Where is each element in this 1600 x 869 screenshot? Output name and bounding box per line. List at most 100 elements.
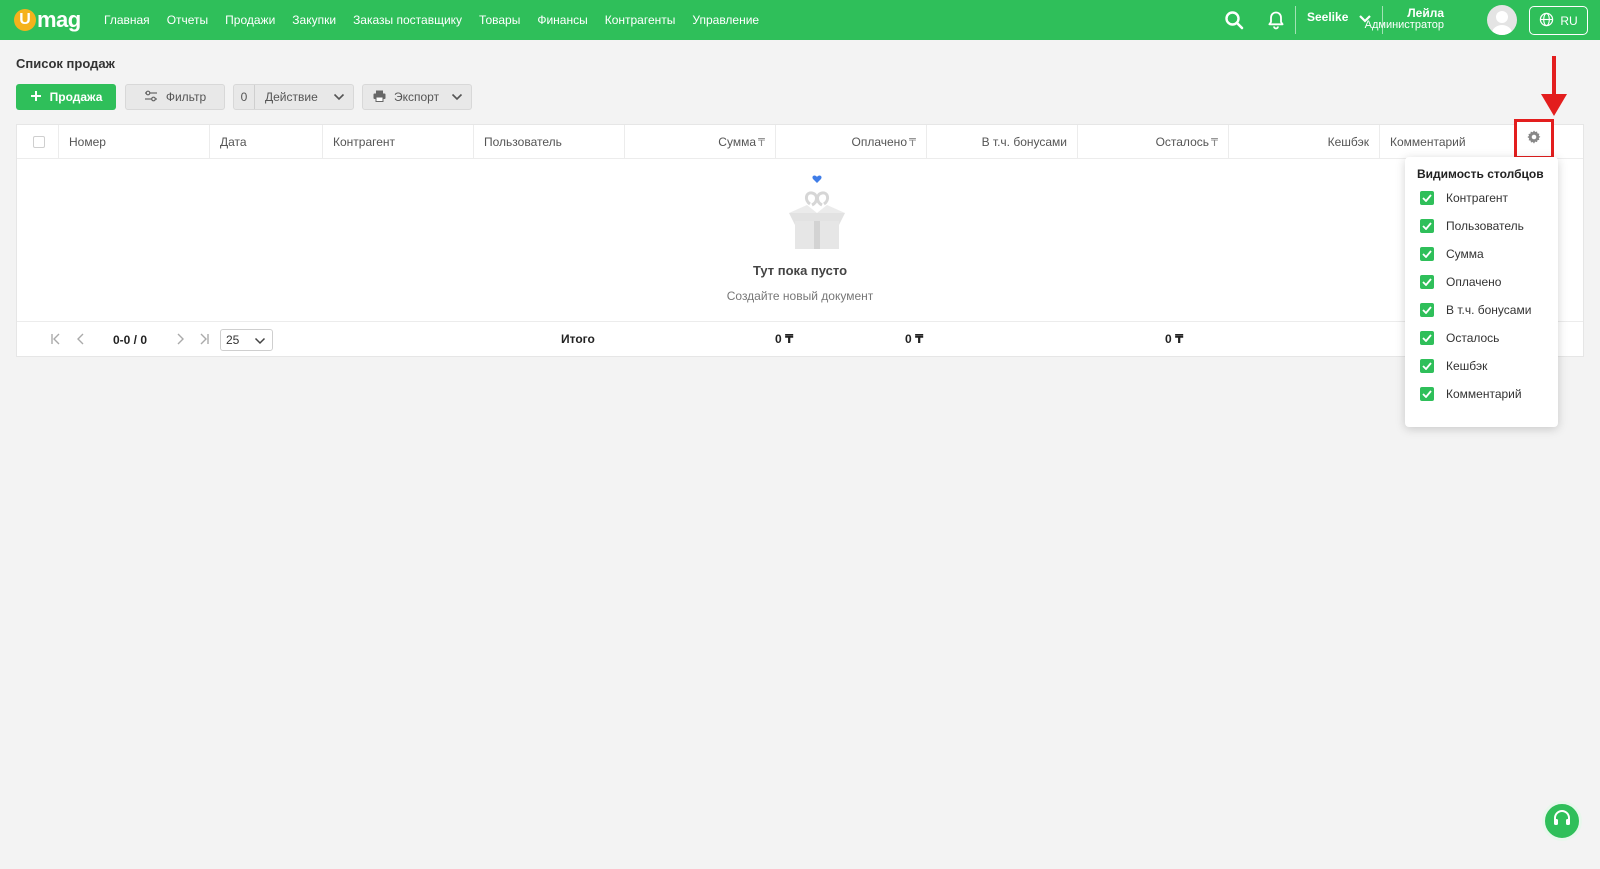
- selected-count: 0: [234, 85, 255, 109]
- column-header-paid[interactable]: Оплачено ₸: [776, 125, 927, 159]
- chevron-down-icon: [254, 335, 266, 350]
- nav-item-reports[interactable]: Отчеты: [167, 13, 208, 27]
- plus-icon: [30, 90, 42, 105]
- column-header-bonuses[interactable]: В т.ч. бонусами: [927, 125, 1078, 159]
- checkbox-checked-icon: [1420, 359, 1434, 373]
- action-label: Действие: [265, 90, 318, 104]
- logo[interactable]: U mag: [14, 7, 81, 33]
- toggle-label: Сумма: [1446, 247, 1484, 261]
- nav-item-counterparties[interactable]: Контрагенты: [605, 13, 676, 27]
- column-header-remaining-label: Осталось: [1155, 135, 1209, 149]
- column-visibility-popover: Видимость столбцов Контрагент Пользовате…: [1405, 157, 1558, 427]
- column-header-number[interactable]: Номер: [59, 125, 210, 159]
- nav-item-home[interactable]: Главная: [104, 13, 150, 27]
- top-navbar: U mag Главная Отчеты Продажи Закупки Зак…: [0, 0, 1600, 40]
- currency-symbol: ₸: [909, 136, 916, 149]
- toggle-label: В т.ч. бонусами: [1446, 303, 1532, 317]
- gear-icon: [1527, 129, 1541, 149]
- export-dropdown[interactable]: Экспорт: [362, 84, 472, 110]
- toggle-label: Контрагент: [1446, 191, 1509, 205]
- currency-symbol: ₸: [758, 136, 765, 149]
- checkbox-checked-icon: [1420, 219, 1434, 233]
- pagination-info: 0-0 / 0: [113, 333, 148, 347]
- nav-item-management[interactable]: Управление: [692, 13, 759, 27]
- column-header-remaining[interactable]: Осталось ₸: [1078, 125, 1229, 159]
- popover-title: Видимость столбцов: [1417, 167, 1544, 181]
- nav-item-supplier-orders[interactable]: Заказы поставщику: [353, 13, 462, 27]
- language-code: RU: [1560, 13, 1578, 28]
- nav-item-finance[interactable]: Финансы: [537, 13, 587, 27]
- nav-item-sales[interactable]: Продажи: [225, 13, 275, 27]
- logo-text: mag: [37, 7, 81, 32]
- toggle-column-remaining[interactable]: Осталось: [1420, 330, 1499, 346]
- avatar[interactable]: [1487, 5, 1517, 35]
- page-title: Список продаж: [16, 56, 115, 71]
- toggle-label: Осталось: [1446, 331, 1500, 345]
- table-footer: 0-0 / 0 25 Итого 0 ₸ 0 ₸ 0 ₸: [17, 321, 1583, 357]
- search-icon[interactable]: [1224, 10, 1244, 30]
- toggle-label: Комментарий: [1446, 387, 1522, 401]
- total-label: Итого: [561, 332, 595, 346]
- column-header-date[interactable]: Дата: [210, 125, 323, 159]
- language-selector[interactable]: RU: [1529, 6, 1588, 35]
- header-divider: [1295, 6, 1296, 34]
- checkbox-checked-icon: [1420, 275, 1434, 289]
- select-all-cell: [17, 125, 59, 159]
- prev-page-icon[interactable]: [75, 332, 87, 348]
- page-size-value: 25: [226, 333, 240, 347]
- user-name: Лейла: [1407, 6, 1444, 20]
- currency-symbol: ₸: [1211, 136, 1218, 149]
- filter-button[interactable]: Фильтр: [125, 84, 225, 110]
- empty-title: Тут пока пусто: [752, 263, 848, 278]
- total-sum: 0 ₸: [775, 332, 794, 346]
- column-header-cashback[interactable]: Кешбэк: [1229, 125, 1380, 159]
- column-header-comment[interactable]: Комментарий: [1380, 125, 1531, 159]
- sales-table: Номер Дата Контрагент Пользователь Сумма…: [16, 124, 1584, 357]
- store-selector[interactable]: Seelike: [1307, 7, 1372, 27]
- empty-subtitle: Создайте новый документ: [726, 289, 874, 303]
- support-chat-button[interactable]: [1542, 801, 1582, 841]
- add-sale-label: Продажа: [49, 90, 103, 104]
- toggle-column-comment[interactable]: Комментарий: [1420, 386, 1522, 402]
- first-page-icon[interactable]: [50, 332, 62, 348]
- column-header-user[interactable]: Пользователь: [474, 125, 625, 159]
- chevron-down-icon: [451, 91, 463, 106]
- toggle-column-sum[interactable]: Сумма: [1420, 246, 1484, 262]
- store-name: Seelike: [1307, 10, 1349, 24]
- user-role: Администратор: [1364, 19, 1444, 31]
- checkbox-checked-icon: [1420, 387, 1434, 401]
- add-sale-button[interactable]: Продажа: [16, 84, 116, 110]
- nav-item-products[interactable]: Товары: [479, 13, 520, 27]
- filter-label: Фильтр: [165, 90, 207, 104]
- logo-mark: U: [14, 9, 36, 31]
- column-header-sum[interactable]: Сумма ₸: [625, 125, 776, 159]
- annotation-arrow-icon: [1539, 56, 1569, 123]
- chevron-down-icon: [333, 91, 345, 106]
- total-paid: 0 ₸: [905, 332, 924, 346]
- checkbox-checked-icon: [1420, 331, 1434, 345]
- toggle-column-counterparty[interactable]: Контрагент: [1420, 190, 1508, 206]
- bell-icon[interactable]: [1266, 10, 1286, 30]
- sliders-icon: [144, 90, 158, 105]
- main-nav: Главная Отчеты Продажи Закупки Заказы по…: [104, 0, 776, 40]
- printer-icon: [373, 90, 386, 105]
- column-settings-button[interactable]: [1514, 119, 1554, 159]
- toggle-column-paid[interactable]: Оплачено: [1420, 274, 1501, 290]
- checkbox-checked-icon: [1420, 247, 1434, 261]
- last-page-icon[interactable]: [198, 332, 210, 348]
- column-header-counterparty[interactable]: Контрагент: [323, 125, 474, 159]
- total-remaining: 0 ₸: [1165, 332, 1184, 346]
- table-header: Номер Дата Контрагент Пользователь Сумма…: [17, 125, 1583, 159]
- toggle-label: Пользователь: [1446, 219, 1524, 233]
- empty-state: Тут пока пусто Создайте новый документ: [17, 159, 1583, 321]
- select-all-checkbox[interactable]: [33, 136, 45, 148]
- toggle-column-cashback[interactable]: Кешбэк: [1420, 358, 1487, 374]
- user-info[interactable]: Лейла Администратор: [1365, 7, 1444, 31]
- action-dropdown[interactable]: 0 Действие: [233, 84, 354, 110]
- toggle-column-user[interactable]: Пользователь: [1420, 218, 1524, 234]
- page-size-select[interactable]: 25: [220, 329, 273, 351]
- nav-item-purchases[interactable]: Закупки: [292, 13, 336, 27]
- next-page-icon[interactable]: [174, 332, 186, 348]
- globe-icon: [1539, 12, 1554, 30]
- toggle-column-bonuses[interactable]: В т.ч. бонусами: [1420, 302, 1531, 318]
